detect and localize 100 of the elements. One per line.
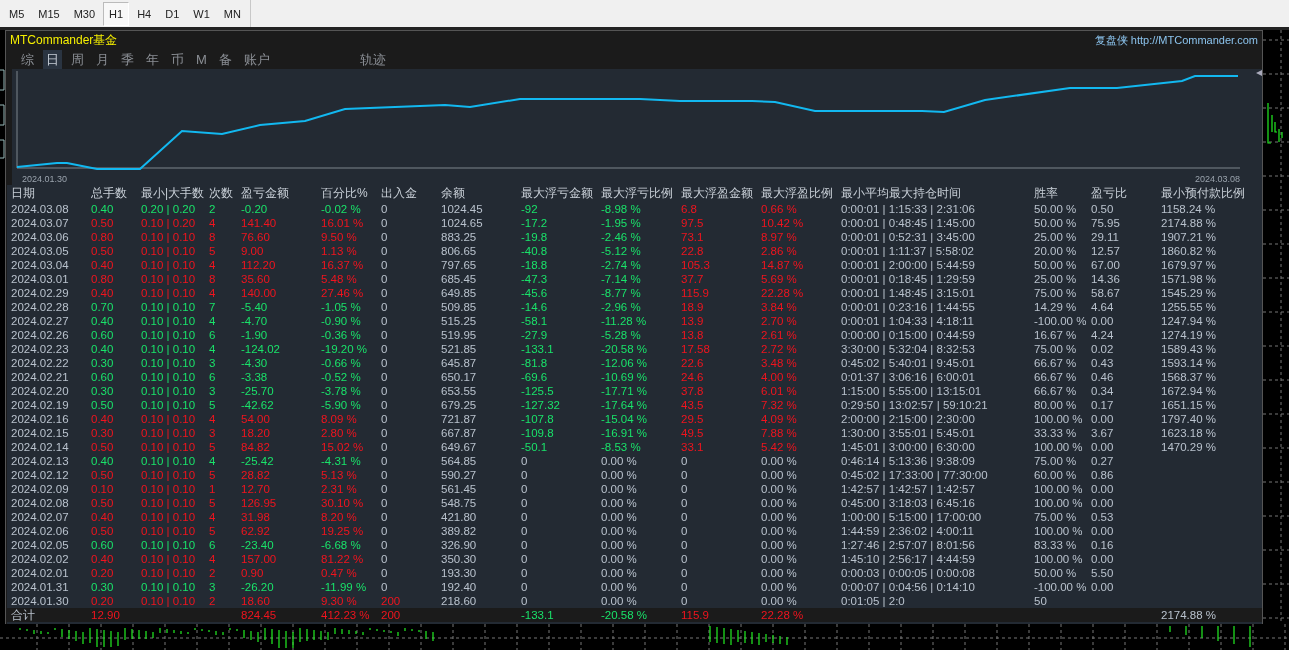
table-cell-text: 18.9 [681, 300, 705, 314]
view-tab[interactable]: 账户 [240, 49, 273, 70]
table-cell-text: 2024.02.05 [11, 538, 70, 552]
table-cell-text: -124.02 [241, 342, 281, 356]
table-cell-text: 667.87 [441, 426, 478, 440]
table-cell-text: 0.50 [91, 468, 115, 482]
table-cell-text: 0.40 [91, 286, 115, 300]
table-cell-text: 0 [521, 538, 529, 552]
table-cell-text: 66.67 % [1034, 370, 1078, 384]
table-cell-text: 28.82 [241, 468, 271, 482]
view-tab[interactable]: M [193, 51, 210, 68]
table-cell-text: 1274.19 % [1161, 328, 1217, 342]
table-cell-text: 0 [381, 258, 389, 272]
table-cell-text: 3.48 % [761, 356, 798, 370]
table-cell-text: -4.70 [241, 314, 269, 328]
table-cell-text: 5 [209, 524, 217, 538]
table-cell-text: 2024.02.21 [11, 370, 70, 384]
table-cell-text: 0 [681, 482, 689, 496]
table-cell-text: 126.95 [241, 496, 278, 510]
table-cell-text: 0 [381, 286, 389, 300]
table-cell-text: 0 [381, 580, 389, 594]
view-tab[interactable]: 备 [215, 49, 235, 70]
table-cell-text: 37.8 [681, 384, 705, 398]
table-cell-text: 0.53 [1091, 510, 1115, 524]
table-cell-text: 0:45:02 | 17:33:00 | 77:30:00 [841, 468, 989, 482]
table-cell-text: 0.30 [91, 426, 115, 440]
table-cell-text: 2024.02.06 [11, 524, 70, 538]
table-cell-text: 0.10 | 0.10 [141, 412, 197, 426]
timeframe-button[interactable]: M15 [32, 1, 66, 26]
table-cell-text: 80.00 % [1034, 398, 1078, 412]
table-cell-text: 0.00 % [761, 496, 798, 510]
table-cell-text: 1:45:01 | 3:00:00 | 6:30:00 [841, 440, 976, 454]
view-tab[interactable]: 周 [68, 49, 87, 70]
table-cell-text: 193.30 [441, 566, 478, 580]
view-tab[interactable]: 月 [93, 49, 112, 70]
table-cell-text: 97.5 [681, 216, 705, 230]
table-cell-text: 0 [381, 538, 389, 552]
table-cell-text: 2024.02.28 [11, 300, 70, 314]
table-cell-text: 0.00 [1091, 412, 1115, 426]
column-header: 最大浮亏金额 [521, 185, 594, 202]
view-tab[interactable]: 日 [43, 49, 62, 70]
table-cell-text: -109.8 [521, 426, 555, 440]
timeframe-button[interactable]: H1 [103, 1, 130, 26]
timeframe-button[interactable]: M5 [3, 1, 31, 26]
table-cell-text: -8.53 % [601, 440, 642, 454]
table-cell-text: 0:29:50 | 13:02:57 | 59:10:21 [841, 398, 989, 412]
table-cell-text: -19.8 [521, 230, 549, 244]
table-cell-text: 7 [209, 300, 217, 314]
table-cell-text: 1797.40 % [1161, 412, 1217, 426]
table-cell-text: 2174.88 % [1161, 608, 1217, 622]
table-cell-text: 824.45 [241, 608, 278, 622]
timeframe-button[interactable]: W1 [187, 1, 216, 26]
view-tab[interactable]: 年 [143, 49, 162, 70]
table-cell-text: 0:00:01 | 1:48:45 | 3:15:01 [841, 286, 976, 300]
table-cell-text: 0.17 [1091, 398, 1115, 412]
view-tab[interactable]: 综 [18, 49, 37, 70]
view-tab[interactable]: 季 [118, 49, 137, 70]
table-cell-text: 0.00 % [601, 454, 638, 468]
table-cell-text: 0.10 | 0.10 [141, 244, 197, 258]
table-cell-text: 0 [381, 328, 389, 342]
table-cell-text: 2174.88 % [1161, 216, 1217, 230]
table-cell-text: -19.20 % [321, 342, 369, 356]
table-cell-text: 6.8 [681, 202, 698, 216]
table-cell-text: 83.33 % [1034, 538, 1078, 552]
table-cell-text: 2024.02.02 [11, 552, 70, 566]
table-cell-text: 0 [381, 440, 389, 454]
table-cell-text: 1024.65 [441, 216, 484, 230]
table-cell-text: 685.45 [441, 272, 478, 286]
table-cell-text: 50.00 % [1034, 202, 1078, 216]
table-cell-text: -58.1 [521, 314, 549, 328]
table-cell-text: 2024.03.04 [11, 258, 70, 272]
timeframe-button[interactable]: MN [217, 1, 247, 26]
table-cell-text: -23.40 [241, 538, 275, 552]
table-cell-text: 73.1 [681, 230, 705, 244]
table-cell-text: 9.30 % [321, 594, 358, 608]
table-cell-text: 421.80 [441, 510, 478, 524]
table-cell-text: 0.40 [91, 342, 115, 356]
timeframe-button[interactable]: M30 [67, 1, 102, 26]
column-header: 盈亏金额 [241, 185, 290, 202]
table-cell-text: 115.9 [681, 608, 710, 622]
table-cell-text: 2024.02.23 [11, 342, 70, 356]
table-cell-text: 1470.29 % [1161, 440, 1217, 454]
table-cell-text: -8.77 % [601, 286, 642, 300]
table-cell-text: 24.6 [681, 370, 705, 384]
table-cell-text: 0 [681, 468, 689, 482]
table-cell-text: 2024.03.08 [11, 202, 70, 216]
table-cell-text: 0 [381, 230, 389, 244]
table-cell-text: 2024.02.20 [11, 384, 70, 398]
timeframe-button[interactable]: H4 [131, 1, 158, 26]
timeframe-button[interactable]: D1 [159, 1, 186, 26]
table-cell-text: 81.22 % [321, 552, 365, 566]
table-cell-text: 100.00 % [1034, 496, 1084, 510]
view-tab[interactable]: 币 [168, 49, 187, 70]
table-cell-text: 6 [209, 328, 217, 342]
column-header: 胜率 [1034, 185, 1059, 202]
table-cell-text: -1.05 % [321, 300, 362, 314]
table-cell-text: 157.00 [241, 552, 278, 566]
view-tab[interactable]: 轨迹 [356, 49, 389, 70]
table-cell-text: 0.50 [91, 440, 115, 454]
table-cell-text: 200 [381, 608, 402, 622]
